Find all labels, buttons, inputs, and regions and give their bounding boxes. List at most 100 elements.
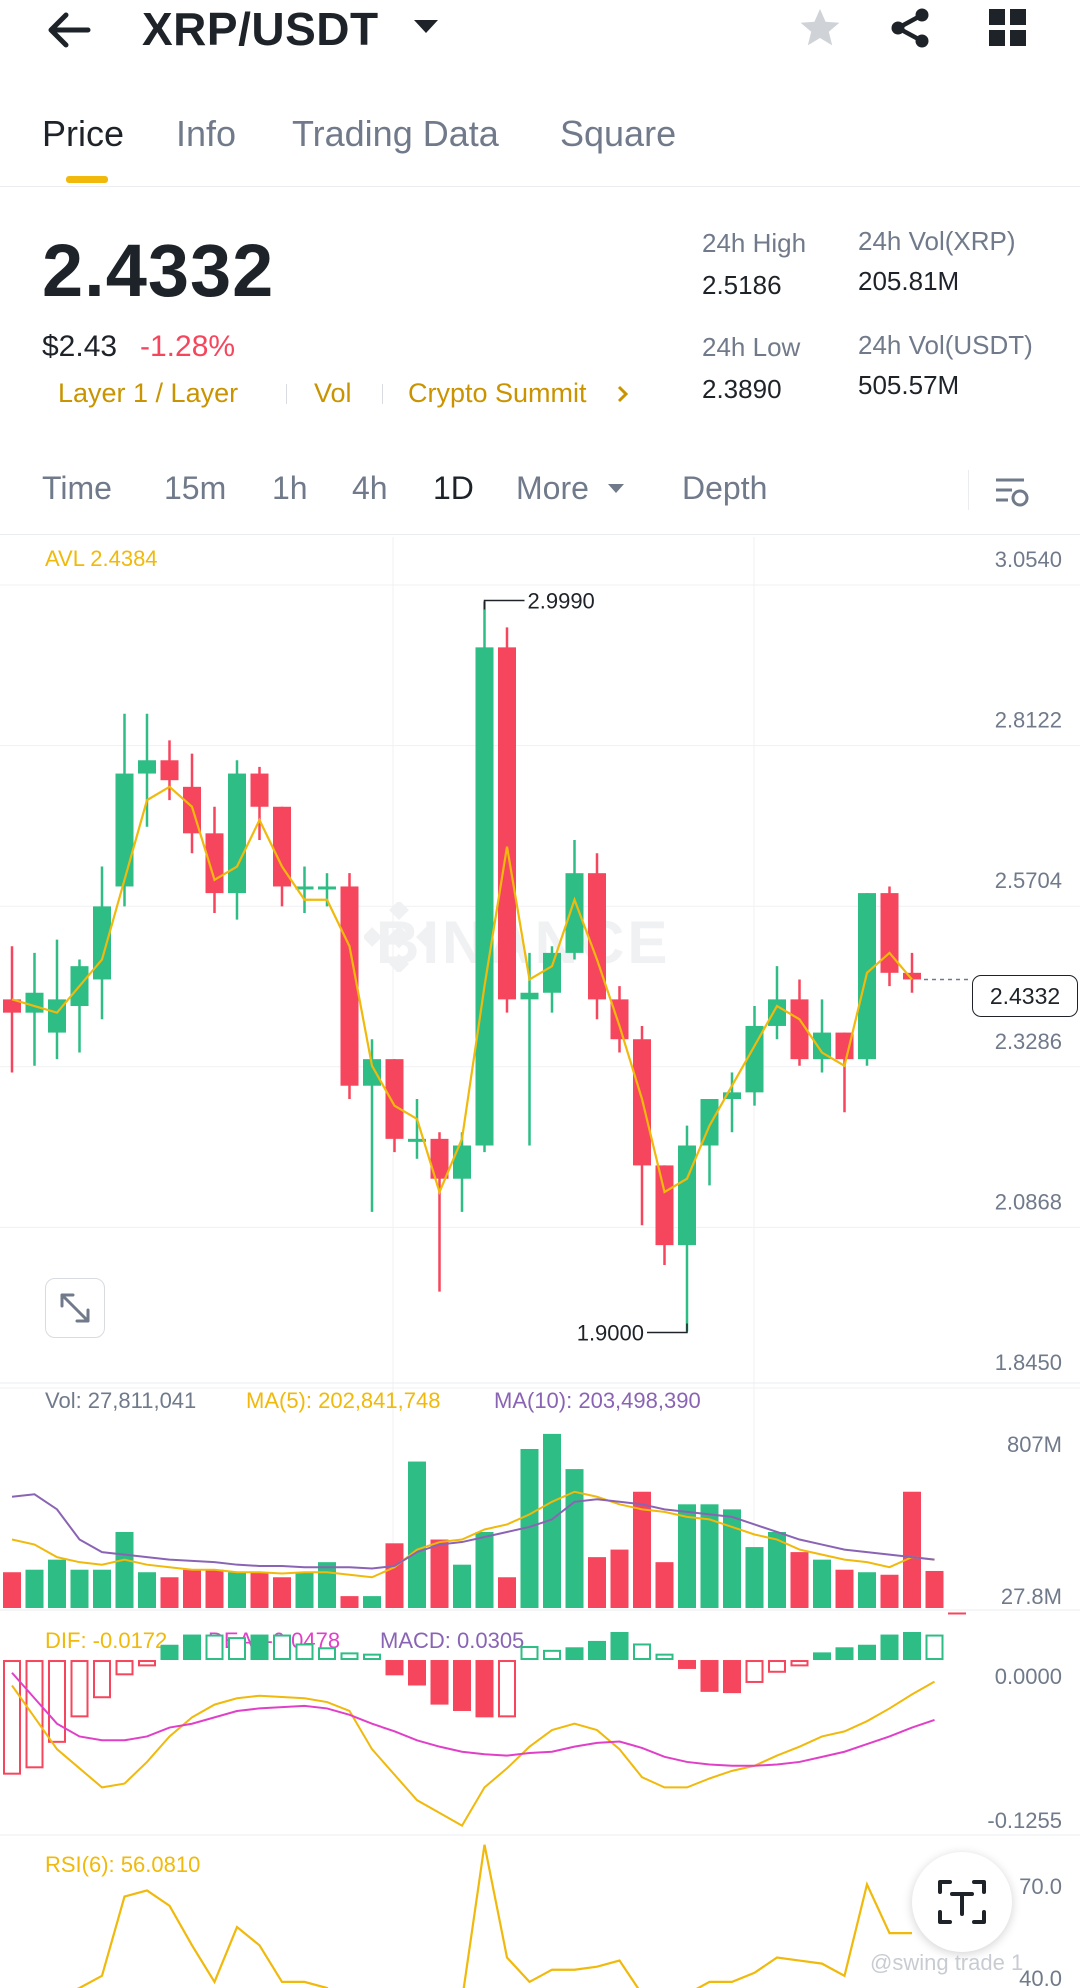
candle-down [385, 1059, 404, 1139]
volume-bar [925, 1570, 944, 1608]
volume-bar [115, 1531, 134, 1608]
scan-text-button[interactable] [912, 1852, 1012, 1952]
volume-bar [565, 1469, 584, 1608]
macd-histogram-bar [835, 1647, 854, 1661]
volume-bar [858, 1572, 876, 1608]
macd-histogram-bar [363, 1653, 381, 1661]
price-axis-label: 1.8450 [995, 1350, 1062, 1375]
macd-histogram-bar [565, 1647, 584, 1661]
candle-up [453, 1145, 471, 1179]
macd-histogram-bar [543, 1649, 561, 1661]
volume-label: Vol: 27,811,041 [45, 1388, 196, 1413]
avl-label: AVL 2.4384 [45, 546, 158, 571]
volume-bar [363, 1596, 381, 1608]
macd-histogram-bar [408, 1660, 426, 1686]
volume-bar [835, 1569, 854, 1608]
volume-bar [385, 1543, 404, 1608]
volume-bar [70, 1569, 89, 1608]
macd-histogram-bar [633, 1643, 651, 1661]
candle-down [340, 886, 359, 1086]
macd-histogram-bar [318, 1647, 336, 1661]
volume-bar [93, 1569, 111, 1608]
watermark-credit: @swing trade 1 [870, 1950, 1024, 1975]
high-marker-label: 2.9990 [528, 589, 595, 614]
volume-bar [475, 1531, 494, 1608]
volume-bar [318, 1562, 336, 1608]
volume-bar [138, 1572, 156, 1608]
macd-histogram-bar [70, 1660, 89, 1718]
volume-bar [498, 1577, 516, 1608]
price-axis-label: 2.5704 [995, 868, 1062, 893]
macd-histogram-bar [295, 1643, 314, 1661]
macd-histogram-bar [385, 1660, 404, 1676]
candle-up [318, 886, 336, 890]
expand-icon [60, 1293, 90, 1323]
volume-bar [25, 1569, 44, 1608]
macd-histogram-bar [183, 1634, 201, 1661]
expand-button[interactable] [45, 1278, 105, 1338]
macd-dif-label: DIF: -0.0172 [45, 1628, 167, 1653]
candle-up [228, 773, 246, 894]
volume-bar [903, 1491, 921, 1608]
macd-histogram-bar [115, 1660, 134, 1676]
macd-histogram-bar [93, 1660, 111, 1699]
macd-histogram-bar [475, 1660, 494, 1718]
macd-value-label: MACD: 0.0305 [380, 1628, 524, 1653]
candle-up [543, 952, 561, 993]
macd-axis-bottom: -0.1255 [987, 1808, 1062, 1833]
volume-bar [948, 1612, 966, 1615]
high-marker-line [483, 599, 525, 610]
price-axis-label: 2.0868 [995, 1189, 1062, 1214]
candle-up [565, 873, 584, 953]
volume-bar [745, 1547, 764, 1608]
macd-histogram-bar [678, 1660, 696, 1669]
volume-ma10-label: MA(10): 203,498,390 [494, 1388, 701, 1413]
macd-histogram-bar [880, 1634, 899, 1661]
last-price-badge: 2.4332 [972, 975, 1078, 1017]
volume-bar [813, 1559, 831, 1608]
macd-histogram-bar [588, 1640, 606, 1661]
candle-down [160, 760, 179, 781]
volume-bar [160, 1577, 179, 1608]
volume-bar [678, 1504, 696, 1608]
low-marker-line [647, 1323, 688, 1334]
volume-bar [183, 1569, 201, 1608]
candle-up [768, 999, 786, 1026]
macd-histogram-bar [250, 1634, 269, 1661]
volume-ma5-label: MA(5): 202,841,748 [246, 1388, 440, 1413]
candle-down [655, 1165, 674, 1246]
macd-histogram-bar [745, 1660, 764, 1683]
volume-axis-bottom: 27.8M [1001, 1584, 1062, 1609]
rsi-axis-bottom: 40.0 [1019, 1966, 1062, 1988]
macd-histogram-bar [453, 1660, 471, 1711]
candle-up [115, 773, 134, 887]
macd-histogram-bar [273, 1634, 291, 1661]
price-axis-label: 2.3286 [995, 1029, 1062, 1054]
candle-up [678, 1145, 696, 1246]
macd-histogram-bar [520, 1646, 539, 1661]
macd-histogram-bar [925, 1634, 944, 1661]
candle-down [205, 833, 224, 894]
macd-histogram-bar [48, 1660, 66, 1743]
volume-bar [880, 1574, 899, 1608]
volume-bar [610, 1549, 629, 1608]
macd-histogram-bar [340, 1652, 359, 1661]
price-chart[interactable]: 3.0540 2.8122 2.5704 2.3286 2.0868 1.8450 AVL … [0, 0, 1080, 1988]
volume-bar [3, 1572, 21, 1608]
macd-histogram-bar [205, 1634, 224, 1661]
volume-bar [48, 1559, 66, 1608]
candle-up [520, 992, 539, 1000]
macd-histogram-bar [430, 1660, 449, 1705]
macd-histogram-bar [813, 1652, 831, 1661]
rsi-label: RSI(6): 56.0810 [45, 1852, 200, 1877]
macd-histogram-bar [790, 1660, 809, 1667]
macd-dea-line [11, 1672, 935, 1767]
price-axis-label: 2.8122 [995, 708, 1062, 733]
volume-bar [655, 1562, 674, 1608]
macd-histogram-bar [858, 1644, 876, 1661]
macd-histogram-bar [160, 1644, 179, 1661]
candle-down [250, 773, 269, 807]
volume-bar [340, 1596, 359, 1608]
macd-axis-top: 0.0000 [995, 1664, 1062, 1689]
scan-text-icon [938, 1880, 986, 1924]
